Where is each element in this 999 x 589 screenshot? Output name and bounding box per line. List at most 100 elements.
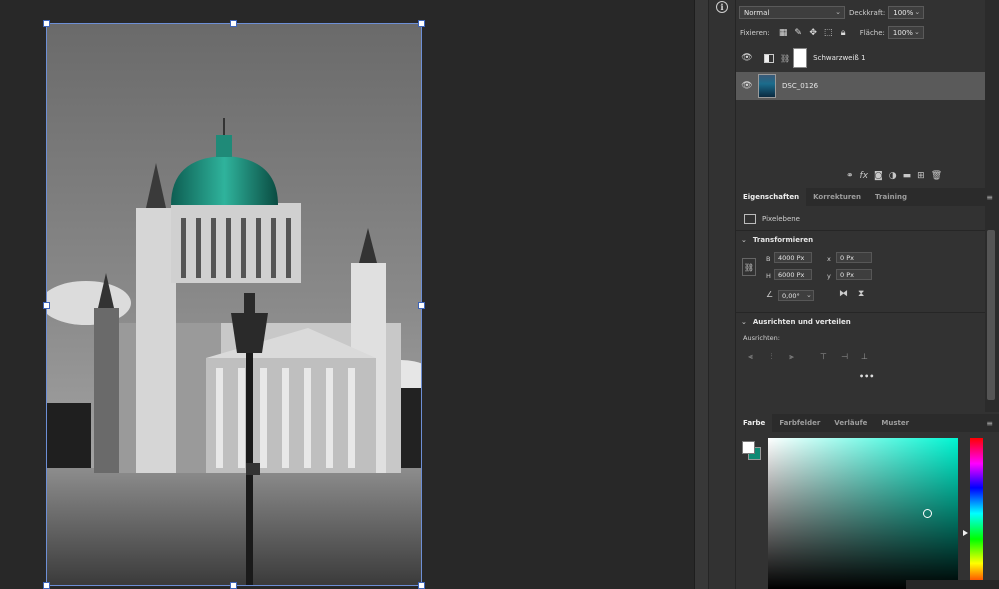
- layers-scrollbar[interactable]: [985, 0, 999, 188]
- chevron-down-icon: ⌄: [914, 8, 921, 16]
- flip-horizontal-icon[interactable]: ⧓: [839, 289, 848, 299]
- opacity-value: 100%: [893, 8, 914, 17]
- angle-icon: ∠: [766, 290, 774, 299]
- blend-mode-value: Normal: [744, 8, 770, 17]
- lock-label: Fixieren:: [740, 28, 770, 37]
- align-right-icon[interactable]: ⫸: [786, 352, 797, 362]
- lock-artboard-icon[interactable]: ⬚: [824, 28, 833, 38]
- tab-eigenschaften[interactable]: Eigenschaften: [736, 188, 807, 206]
- properties-tabs: Eigenschaften Korrekturen Training ≡: [736, 188, 999, 206]
- lock-transparent-icon[interactable]: ▦: [779, 28, 788, 38]
- layer-row-adjustment[interactable]: 👁︎ ⛓ Schwarzweiß 1: [736, 44, 985, 72]
- layers-panel: Normal ⌄ Deckkraft: 100% ⌄ Fixieren: ▦ ✎…: [736, 0, 985, 188]
- height-input[interactable]: 6000 Px: [774, 269, 812, 280]
- align-center-horizontal-icon[interactable]: ⫶: [766, 352, 777, 362]
- align-section-header[interactable]: ⌄ Ausrichten und verteilen: [741, 318, 851, 326]
- lock-position-icon[interactable]: ✥: [809, 28, 818, 38]
- transform-section-header[interactable]: ⌄ Transformieren: [741, 236, 813, 244]
- layer-thumbnail: [758, 74, 776, 98]
- layer-mask-thumbnail[interactable]: [793, 48, 808, 68]
- tab-training[interactable]: Training: [868, 188, 914, 206]
- align-label: Ausrichten:: [743, 334, 780, 342]
- info-button[interactable]: i: [714, 0, 730, 14]
- transform-handle-middle-left[interactable]: [43, 302, 50, 309]
- pixel-layer-icon: [744, 214, 756, 224]
- tab-korrekturen[interactable]: Korrekturen: [806, 188, 868, 206]
- align-center-vertical-icon[interactable]: ⊣: [839, 352, 850, 362]
- tab-farbe[interactable]: Farbe: [736, 414, 773, 432]
- visibility-eye-icon[interactable]: 👁︎: [736, 53, 758, 63]
- tab-verlaeufe[interactable]: Verläufe: [827, 414, 874, 432]
- align-left-icon[interactable]: ⫷: [745, 352, 756, 362]
- lock-paint-icon[interactable]: ✎: [794, 28, 803, 38]
- trash-icon[interactable]: 🗑︎: [931, 171, 942, 181]
- group-icon[interactable]: ▬: [903, 171, 912, 181]
- width-label: B: [766, 255, 771, 263]
- opacity-field[interactable]: 100% ⌄: [888, 6, 925, 19]
- layer-footer-toolbar: ⚭ fx ◙ ◑ ▬ ⊞ 🗑︎: [846, 171, 942, 181]
- transform-handle-middle-right[interactable]: [418, 302, 425, 309]
- opacity-label: Deckkraft:: [849, 8, 886, 17]
- visibility-eye-icon[interactable]: 👁︎: [736, 81, 758, 91]
- link-icon[interactable]: ⚭: [846, 171, 854, 181]
- align-bottom-icon[interactable]: ⊥: [859, 352, 870, 362]
- height-label: H: [766, 272, 771, 280]
- fill-value: 100%: [892, 28, 913, 37]
- hue-slider-marker[interactable]: [963, 530, 968, 536]
- y-input[interactable]: 0 Px: [836, 269, 872, 280]
- new-layer-icon[interactable]: ⊞: [917, 171, 925, 181]
- blend-mode-select[interactable]: Normal ⌄: [739, 6, 845, 19]
- align-title: Ausrichten und verteilen: [752, 318, 851, 326]
- chevron-down-icon: ⌄: [914, 28, 920, 36]
- layer-kind-label: Pixelebene: [762, 215, 800, 223]
- color-picker-cursor[interactable]: [923, 509, 932, 518]
- mask-icon[interactable]: ◙: [874, 171, 883, 181]
- scrollbar-thumb[interactable]: [987, 230, 995, 400]
- transform-handle-top-right[interactable]: [418, 20, 425, 27]
- fill-field[interactable]: 100% ⌄: [887, 26, 924, 39]
- fx-icon[interactable]: fx: [860, 171, 869, 181]
- church-photo: [46, 23, 422, 586]
- x-label: x: [827, 255, 831, 263]
- info-icon: i: [716, 1, 728, 13]
- adjustment-layer-icon: [764, 53, 774, 63]
- transform-handle-bottom-left[interactable]: [43, 582, 50, 589]
- adjustment-icon[interactable]: ◑: [889, 171, 897, 181]
- document-image[interactable]: [46, 23, 422, 586]
- more-options-button[interactable]: •••: [859, 372, 874, 381]
- layer-name[interactable]: Schwarzweiß 1: [813, 54, 865, 62]
- hue-slider[interactable]: [970, 438, 983, 589]
- x-input[interactable]: 0 Px: [836, 252, 872, 263]
- mask-link-icon[interactable]: ⛓: [780, 54, 790, 63]
- link-dimensions-icon[interactable]: ⛓: [742, 258, 756, 276]
- chevron-down-icon[interactable]: ⌄: [806, 291, 812, 299]
- tab-muster[interactable]: Muster: [874, 414, 916, 432]
- y-label: y: [827, 272, 831, 280]
- transform-handle-top-left[interactable]: [43, 20, 50, 27]
- transform-handle-bottom-right[interactable]: [418, 582, 425, 589]
- angle-value: 0,00°: [782, 291, 800, 300]
- panel-menu-icon[interactable]: ≡: [986, 419, 993, 428]
- chevron-down-icon: ⌄: [835, 8, 841, 16]
- flip-vertical-icon[interactable]: ⧗: [858, 289, 864, 299]
- panel-menu-icon[interactable]: ≡: [986, 193, 993, 202]
- bottom-status-bar: [906, 580, 999, 589]
- canvas-area[interactable]: [0, 0, 694, 589]
- panel-icon-strip: i: [708, 0, 736, 589]
- right-panels: Normal ⌄ Deckkraft: 100% ⌄ Fixieren: ▦ ✎…: [736, 0, 999, 589]
- transform-handle-top-center[interactable]: [230, 20, 237, 27]
- transform-title: Transformieren: [752, 236, 814, 244]
- width-input[interactable]: 4000 Px: [774, 252, 812, 263]
- foreground-color-swatch[interactable]: [742, 441, 755, 454]
- transform-handle-bottom-center[interactable]: [230, 582, 237, 589]
- layer-name[interactable]: DSC_0126: [782, 82, 818, 90]
- tab-farbfelder[interactable]: Farbfelder: [772, 414, 827, 432]
- canvas-scrollbar[interactable]: [694, 0, 708, 589]
- lock-all-icon[interactable]: 🔒︎: [839, 28, 848, 38]
- fill-label: Fläche:: [859, 28, 885, 37]
- properties-panel: Pixelebene ⌄ Transformieren ⛓ B 4000 Px …: [736, 206, 985, 412]
- layer-row-pixel[interactable]: 👁︎ DSC_0126: [736, 72, 985, 100]
- properties-scrollbar[interactable]: [985, 206, 999, 412]
- chevron-down-icon: ⌄: [741, 318, 747, 326]
- align-top-icon[interactable]: ⊤: [818, 352, 829, 362]
